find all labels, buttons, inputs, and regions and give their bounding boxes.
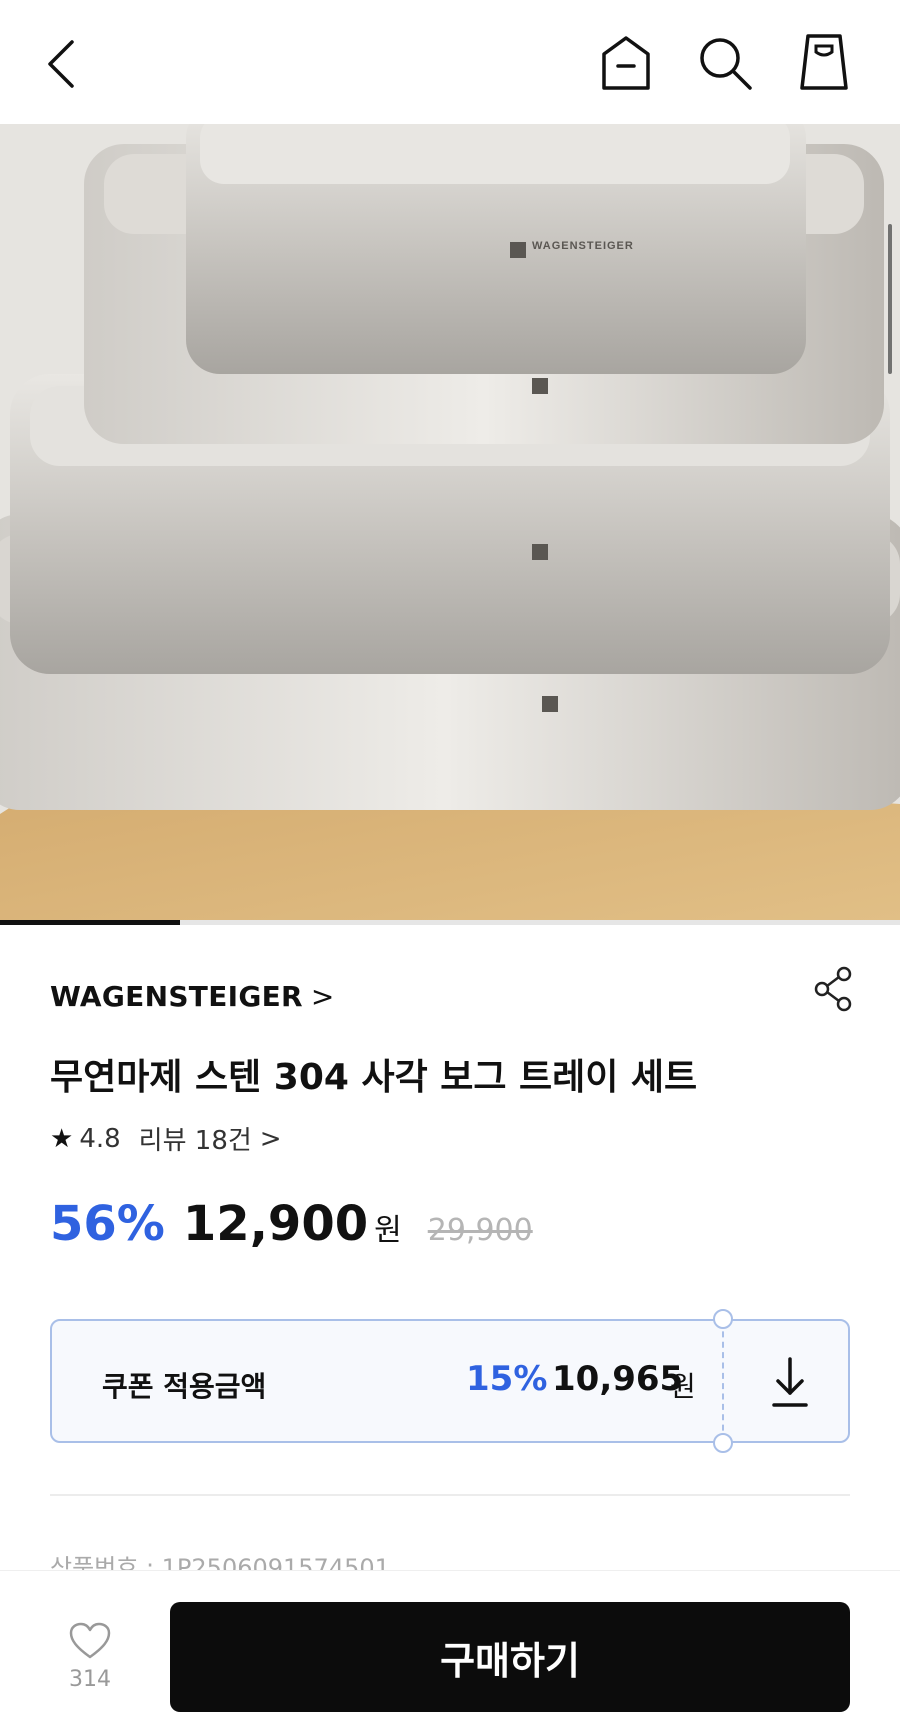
chevron-right-icon: > xyxy=(259,1123,282,1154)
product-title: 무연마제 스텐 304 사각 보그 트레이 세트 xyxy=(50,1057,698,1098)
coupon-notch xyxy=(713,1309,733,1329)
search-icon[interactable] xyxy=(696,34,754,92)
coupon-notch xyxy=(713,1433,733,1453)
brand-link[interactable]: WAGENSTEIGER > xyxy=(50,980,334,1013)
coupon-price: 10,965 xyxy=(552,1359,684,1399)
currency-label: 원 xyxy=(374,1213,402,1248)
coupon-currency: 원 xyxy=(670,1370,696,1403)
top-navigation-bar xyxy=(0,0,900,124)
heart-icon xyxy=(69,1622,111,1659)
coupon-divider xyxy=(722,1321,724,1441)
gallery-progress-fill xyxy=(0,920,180,925)
gallery-progress-track xyxy=(0,920,900,925)
download-icon[interactable] xyxy=(770,1355,810,1409)
discount-rate: 56% xyxy=(50,1196,165,1252)
buy-button[interactable]: 구매하기 xyxy=(170,1602,850,1712)
home-icon[interactable] xyxy=(600,34,652,92)
brand-name: WAGENSTEIGER xyxy=(50,980,303,1013)
divider xyxy=(50,1494,850,1496)
bottom-action-bar: 314 구매하기 xyxy=(0,1570,900,1723)
coupon-label: 쿠폰 적용금액 xyxy=(102,1370,267,1403)
sale-price: 12,900 xyxy=(182,1196,369,1252)
shopping-bag-icon[interactable] xyxy=(798,32,850,92)
rating-review-link[interactable]: ★ 4.8 리뷰 18건 > xyxy=(50,1120,282,1157)
scrollbar[interactable] xyxy=(888,224,892,374)
price-row: 56% 12,900 원 29,900 xyxy=(50,1196,533,1252)
review-count: 리뷰 18건 xyxy=(138,1126,252,1156)
chevron-right-icon: > xyxy=(310,980,335,1013)
back-icon[interactable] xyxy=(40,36,84,92)
coupon-box[interactable]: 쿠폰 적용금액 15% 10,965 원 xyxy=(50,1309,850,1453)
like-button[interactable]: 314 xyxy=(60,1621,120,1692)
coupon-discount: 15% xyxy=(466,1359,548,1399)
original-price: 29,900 xyxy=(427,1213,533,1248)
product-image[interactable]: WAGENSTEIGER xyxy=(0,124,900,920)
like-count: 314 xyxy=(69,1667,111,1692)
logo-text: WAGENSTEIGER xyxy=(532,240,634,252)
star-icon: ★ xyxy=(50,1123,74,1154)
share-icon[interactable] xyxy=(812,966,854,1012)
rating-score: 4.8 xyxy=(79,1123,121,1154)
